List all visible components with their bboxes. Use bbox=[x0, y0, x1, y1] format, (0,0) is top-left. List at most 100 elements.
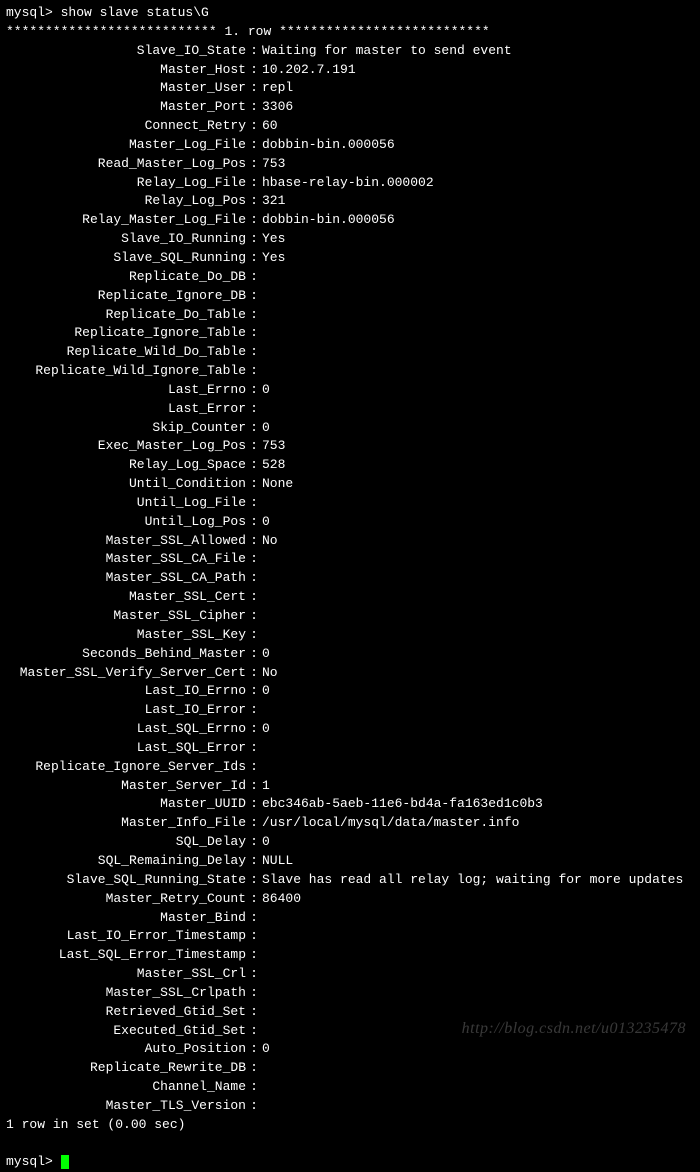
field-value: 0 bbox=[262, 419, 270, 438]
field-label: Relay_Log_Space bbox=[6, 456, 246, 475]
field-separator: : bbox=[246, 1040, 262, 1059]
status-row: Last_Errno:0 bbox=[6, 381, 694, 400]
status-row: Master_TLS_Version: bbox=[6, 1097, 694, 1116]
field-value: 0 bbox=[262, 720, 270, 739]
prompt: mysql> bbox=[6, 1154, 61, 1169]
status-row: Master_User:repl bbox=[6, 79, 694, 98]
field-label: Replicate_Ignore_DB bbox=[6, 287, 246, 306]
field-separator: : bbox=[246, 61, 262, 80]
status-row: Relay_Log_Space:528 bbox=[6, 456, 694, 475]
field-value: 1 bbox=[262, 777, 270, 796]
field-separator: : bbox=[246, 117, 262, 136]
status-row: Master_SSL_Cert: bbox=[6, 588, 694, 607]
status-row: Master_SSL_Cipher: bbox=[6, 607, 694, 626]
field-separator: : bbox=[246, 456, 262, 475]
field-separator: : bbox=[246, 664, 262, 683]
command-text: show slave status\G bbox=[61, 5, 209, 20]
field-separator: : bbox=[246, 419, 262, 438]
field-value: 0 bbox=[262, 381, 270, 400]
field-separator: : bbox=[246, 192, 262, 211]
field-separator: : bbox=[246, 211, 262, 230]
blank-line bbox=[6, 1135, 694, 1154]
field-separator: : bbox=[246, 569, 262, 588]
field-separator: : bbox=[246, 682, 262, 701]
cursor-icon bbox=[61, 1155, 69, 1169]
field-label: Retrieved_Gtid_Set bbox=[6, 1003, 246, 1022]
field-separator: : bbox=[246, 230, 262, 249]
field-separator: : bbox=[246, 249, 262, 268]
field-separator: : bbox=[246, 758, 262, 777]
field-separator: : bbox=[246, 287, 262, 306]
field-separator: : bbox=[246, 532, 262, 551]
field-label: Master_SSL_Cert bbox=[6, 588, 246, 607]
field-label: Channel_Name bbox=[6, 1078, 246, 1097]
status-row: Replicate_Do_Table: bbox=[6, 306, 694, 325]
field-label: Replicate_Wild_Do_Table bbox=[6, 343, 246, 362]
status-row: Master_SSL_Key: bbox=[6, 626, 694, 645]
status-row: SQL_Delay:0 bbox=[6, 833, 694, 852]
status-row: Master_Info_File:/usr/local/mysql/data/m… bbox=[6, 814, 694, 833]
field-separator: : bbox=[246, 400, 262, 419]
field-label: Auto_Position bbox=[6, 1040, 246, 1059]
field-label: Master_TLS_Version bbox=[6, 1097, 246, 1116]
field-value: Waiting for master to send event bbox=[262, 42, 512, 61]
field-separator: : bbox=[246, 494, 262, 513]
field-label: Relay_Log_File bbox=[6, 174, 246, 193]
field-separator: : bbox=[246, 98, 262, 117]
status-row: Master_UUID:ebc346ab-5aeb-11e6-bd4a-fa16… bbox=[6, 795, 694, 814]
field-label: Until_Log_Pos bbox=[6, 513, 246, 532]
field-separator: : bbox=[246, 777, 262, 796]
field-value: None bbox=[262, 475, 293, 494]
field-value: repl bbox=[262, 79, 293, 98]
field-value: /usr/local/mysql/data/master.info bbox=[262, 814, 519, 833]
field-value: 753 bbox=[262, 155, 285, 174]
status-row: SQL_Remaining_Delay:NULL bbox=[6, 852, 694, 871]
result-footer: 1 row in set (0.00 sec) bbox=[6, 1116, 694, 1135]
field-value: 753 bbox=[262, 437, 285, 456]
field-separator: : bbox=[246, 42, 262, 61]
field-value: dobbin-bin.000056 bbox=[262, 136, 395, 155]
field-label: Slave_IO_State bbox=[6, 42, 246, 61]
field-separator: : bbox=[246, 1078, 262, 1097]
field-separator: : bbox=[246, 984, 262, 1003]
field-separator: : bbox=[246, 174, 262, 193]
field-separator: : bbox=[246, 909, 262, 928]
field-value: Yes bbox=[262, 249, 285, 268]
status-row: Replicate_Ignore_Server_Ids: bbox=[6, 758, 694, 777]
field-label: Slave_SQL_Running bbox=[6, 249, 246, 268]
prompt: mysql> bbox=[6, 5, 61, 20]
field-label: Master_SSL_CA_File bbox=[6, 550, 246, 569]
field-separator: : bbox=[246, 588, 262, 607]
status-row: Connect_Retry:60 bbox=[6, 117, 694, 136]
field-label: Master_SSL_Verify_Server_Cert bbox=[6, 664, 246, 683]
field-separator: : bbox=[246, 437, 262, 456]
field-separator: : bbox=[246, 833, 262, 852]
command-line[interactable]: mysql> show slave status\G bbox=[6, 4, 694, 23]
status-row: Slave_SQL_Running:Yes bbox=[6, 249, 694, 268]
status-row: Replicate_Wild_Ignore_Table: bbox=[6, 362, 694, 381]
status-row: Slave_IO_Running:Yes bbox=[6, 230, 694, 249]
field-label: Until_Condition bbox=[6, 475, 246, 494]
field-label: Replicate_Do_Table bbox=[6, 306, 246, 325]
status-row: Exec_Master_Log_Pos:753 bbox=[6, 437, 694, 456]
field-separator: : bbox=[246, 701, 262, 720]
field-label: Master_Log_File bbox=[6, 136, 246, 155]
field-value: 86400 bbox=[262, 890, 301, 909]
status-row: Master_Server_Id:1 bbox=[6, 777, 694, 796]
status-row: Last_IO_Errno:0 bbox=[6, 682, 694, 701]
field-separator: : bbox=[246, 306, 262, 325]
field-label: Replicate_Rewrite_DB bbox=[6, 1059, 246, 1078]
field-label: Last_Errno bbox=[6, 381, 246, 400]
field-separator: : bbox=[246, 1097, 262, 1116]
prompt-line[interactable]: mysql> bbox=[6, 1153, 694, 1172]
field-separator: : bbox=[246, 475, 262, 494]
status-row: Until_Condition:None bbox=[6, 475, 694, 494]
field-separator: : bbox=[246, 136, 262, 155]
status-row: Last_Error: bbox=[6, 400, 694, 419]
status-fields: Slave_IO_State:Waiting for master to sen… bbox=[6, 42, 694, 1116]
field-separator: : bbox=[246, 268, 262, 287]
field-separator: : bbox=[246, 890, 262, 909]
status-row: Read_Master_Log_Pos:753 bbox=[6, 155, 694, 174]
field-label: Last_Error bbox=[6, 400, 246, 419]
status-row: Replicate_Ignore_DB: bbox=[6, 287, 694, 306]
